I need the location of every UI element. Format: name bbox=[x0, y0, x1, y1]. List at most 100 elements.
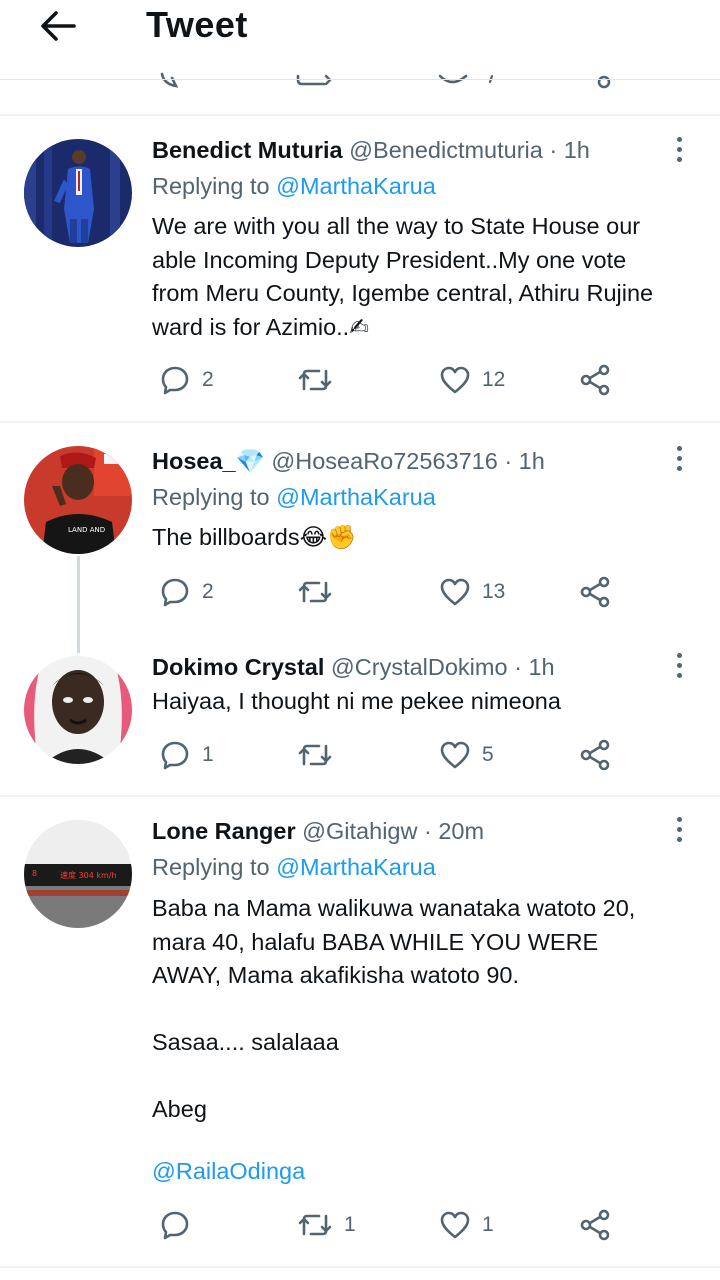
more-options-button[interactable] bbox=[670, 135, 690, 165]
timestamp[interactable]: · 1h bbox=[549, 137, 590, 163]
more-dot bbox=[677, 147, 682, 152]
top-app-bar: Tweet bbox=[0, 0, 720, 52]
retweet-button[interactable] bbox=[298, 572, 344, 612]
heart-icon bbox=[440, 1211, 470, 1239]
like-button[interactable]: 12 bbox=[440, 360, 505, 400]
divider bbox=[0, 421, 720, 423]
retweet-button[interactable] bbox=[298, 360, 344, 400]
more-dot bbox=[677, 446, 682, 451]
more-options-button[interactable] bbox=[670, 815, 690, 845]
timestamp[interactable]: · 1h bbox=[504, 448, 545, 474]
retweet-icon bbox=[298, 1214, 332, 1236]
avatar[interactable]: 8 速度 304 km/h bbox=[24, 820, 132, 928]
avatar[interactable] bbox=[24, 656, 132, 764]
reply-count: 2 bbox=[202, 368, 214, 391]
display-name[interactable]: Hosea_💎 bbox=[152, 448, 265, 474]
like-count: 5 bbox=[482, 743, 494, 766]
avatar[interactable]: LAND AND bbox=[24, 446, 132, 554]
like-count: 12 bbox=[482, 368, 506, 391]
like-count: 13 bbox=[482, 580, 506, 603]
like-button[interactable]: 1 bbox=[440, 1205, 494, 1245]
more-dot bbox=[677, 137, 682, 142]
page-title: Tweet bbox=[146, 4, 248, 45]
heart-icon bbox=[440, 366, 470, 394]
retweet-icon bbox=[298, 581, 332, 603]
tweet-text: Baba na Mama walikuwa wanataka watoto 20… bbox=[152, 895, 636, 1122]
more-dot bbox=[677, 456, 682, 461]
share-icon bbox=[580, 364, 610, 396]
share-button[interactable] bbox=[580, 1205, 612, 1245]
retweet-button[interactable]: 1 bbox=[298, 1205, 356, 1245]
retweet-icon bbox=[298, 369, 332, 391]
reply-button[interactable]: 1 bbox=[160, 735, 214, 775]
avatar[interactable] bbox=[24, 139, 132, 247]
tweet-text: The billboards😂✊ bbox=[152, 524, 357, 550]
retweet-icon bbox=[298, 744, 332, 766]
tweet-header: Lone Ranger @Gitahigw · 20m bbox=[152, 815, 484, 847]
svg-text:LAND AND: LAND AND bbox=[68, 526, 105, 534]
replying-to-mention[interactable]: @MarthaKarua bbox=[276, 173, 436, 199]
timestamp[interactable]: · 1h bbox=[514, 654, 555, 680]
more-options-button[interactable] bbox=[670, 444, 690, 474]
reply-count: 2 bbox=[202, 580, 214, 603]
replying-to-label: Replying to bbox=[152, 854, 277, 880]
like-count: 1 bbox=[482, 1213, 494, 1236]
display-name[interactable]: Benedict Muturia bbox=[152, 137, 343, 163]
more-dot bbox=[677, 653, 682, 658]
replying-to-line: Replying to @MarthaKarua bbox=[152, 481, 436, 513]
reply-button[interactable]: 2 bbox=[160, 360, 214, 400]
reply-count: 1 bbox=[202, 743, 214, 766]
user-handle[interactable]: @HoseaRo72563716 bbox=[271, 448, 497, 474]
share-button[interactable] bbox=[580, 572, 612, 612]
svg-text:8: 8 bbox=[32, 869, 37, 878]
user-handle[interactable]: @CrystalDokimo bbox=[331, 654, 508, 680]
tweet-header: Hosea_💎 @HoseaRo72563716 · 1h bbox=[152, 445, 545, 477]
svg-text:速度 304 km/h: 速度 304 km/h bbox=[60, 870, 117, 880]
divider bbox=[0, 795, 720, 797]
more-dot bbox=[677, 466, 682, 471]
tweet-mention-link[interactable]: @RailaOdinga bbox=[152, 1155, 305, 1187]
like-button[interactable]: 13 bbox=[440, 572, 505, 612]
more-dot bbox=[677, 673, 682, 678]
tweet-header: Benedict Muturia @Benedictmuturia · 1h bbox=[152, 134, 590, 166]
tweet-header: Dokimo Crystal @CrystalDokimo · 1h bbox=[152, 651, 555, 683]
user-handle[interactable]: @Gitahigw bbox=[302, 818, 417, 844]
heart-icon bbox=[440, 741, 470, 769]
tweet-text: We are with you all the way to State Hou… bbox=[152, 213, 654, 340]
like-button[interactable]: 5 bbox=[440, 735, 494, 775]
tweet-text: Haiyaa, I thought ni me pekee nimeona bbox=[152, 688, 561, 714]
share-icon bbox=[580, 576, 610, 608]
replying-to-line: Replying to @MarthaKarua bbox=[152, 851, 436, 883]
share-icon bbox=[580, 1209, 610, 1241]
retweet-count: 1 bbox=[344, 1213, 356, 1236]
replying-to-label: Replying to bbox=[152, 484, 277, 510]
more-dot bbox=[677, 157, 682, 162]
reply-icon bbox=[161, 1211, 189, 1240]
retweet-button[interactable] bbox=[298, 735, 344, 775]
share-icon bbox=[580, 739, 610, 771]
header-divider bbox=[0, 79, 720, 80]
back-button[interactable] bbox=[36, 6, 80, 46]
share-button[interactable] bbox=[580, 735, 612, 775]
divider bbox=[0, 114, 720, 116]
timestamp[interactable]: · 20m bbox=[424, 818, 484, 844]
replying-to-mention[interactable]: @MarthaKarua bbox=[276, 484, 436, 510]
more-dot bbox=[677, 663, 682, 668]
more-options-button[interactable] bbox=[670, 651, 690, 681]
user-handle[interactable]: @Benedictmuturia bbox=[349, 137, 543, 163]
reply-icon bbox=[161, 366, 189, 395]
thread-connector bbox=[77, 556, 80, 653]
reply-button[interactable]: 2 bbox=[160, 572, 214, 612]
previous-tweet-actions bbox=[0, 60, 720, 90]
replying-to-line: Replying to @MarthaKarua bbox=[152, 170, 436, 202]
more-dot bbox=[677, 837, 682, 842]
more-dot bbox=[677, 827, 682, 832]
reply-icon bbox=[161, 741, 189, 770]
display-name[interactable]: Lone Ranger bbox=[152, 818, 296, 844]
display-name[interactable]: Dokimo Crystal bbox=[152, 654, 324, 680]
reply-icon bbox=[161, 578, 189, 607]
reply-button[interactable] bbox=[160, 1205, 202, 1245]
replying-to-mention[interactable]: @MarthaKarua bbox=[276, 854, 436, 880]
share-button[interactable] bbox=[580, 360, 612, 400]
more-dot bbox=[677, 817, 682, 822]
